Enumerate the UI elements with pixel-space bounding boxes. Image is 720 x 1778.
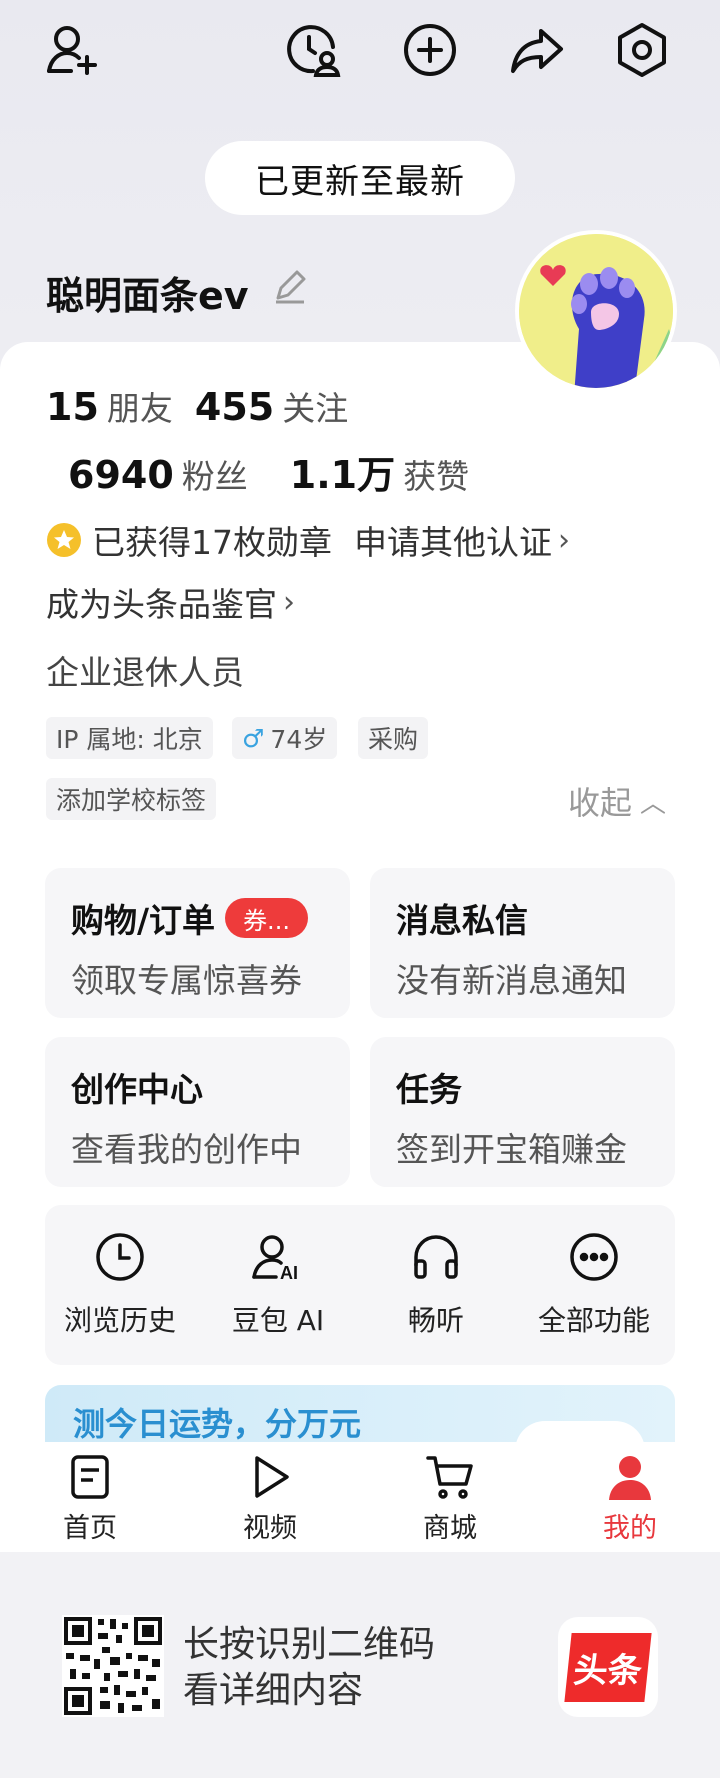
user-icon [609,1456,651,1500]
tab-home[interactable]: 首页 [35,1452,145,1545]
update-status-pill: 已更新至最新 [205,141,515,215]
tab-mine[interactable]: 我的 [575,1452,685,1545]
toutiao-logo-text: 头条 [564,1632,652,1702]
messages-sub: 没有新消息通知 [396,961,627,1000]
shopping-sub: 领取专属惊喜券 [71,961,302,1000]
tab-mall[interactable]: 商城 [395,1452,505,1545]
shopping-title: 购物/订单 [71,901,216,940]
tasks-tile[interactable]: 任务 签到开宝箱赚金 [370,1037,675,1187]
creator-sub: 查看我的创作中 [71,1130,302,1169]
history-user-icon[interactable] [280,18,344,82]
listen-label: 畅听 [407,1304,464,1337]
play-icon [255,1456,289,1498]
chevron-right-icon: › [558,522,570,558]
toutiao-logo: 头条 [558,1617,658,1717]
medal-icon [46,522,82,558]
share-icon[interactable] [504,18,568,82]
age-tag: ♂ 74岁 [232,717,338,759]
qr-instructions: 长按识别二维码 看详细内容 [183,1622,435,1714]
all-functions-tool[interactable]: 全部功能 [519,1205,669,1365]
doubao-ai-tool[interactable]: AI 豆包 AI [203,1205,353,1365]
history-tool[interactable]: 浏览历史 [45,1205,195,1365]
apply-cert-link[interactable]: 申请其他认证 [354,516,552,564]
qr-line-2: 看详细内容 [183,1670,364,1711]
svg-text:AI: AI [280,1263,298,1283]
medals-row[interactable]: 已获得17枚勋章 申请其他认证 › [46,516,570,564]
bottom-tab-bar: 首页 视频 商城 我的 [0,1442,720,1552]
qr-line-1: 长按识别二维码 [183,1624,436,1665]
reviewer-link[interactable]: 成为头条品鉴官 [46,578,277,626]
chevron-right-icon: › [283,584,295,620]
messages-title: 消息私信 [396,901,528,940]
tasks-title: 任务 [396,1070,462,1109]
collapse-label: 收起 [568,784,633,822]
ai-user-icon: AI [252,1235,298,1283]
doubao-label: 豆包 AI [231,1304,325,1337]
coupon-badge: 券... [225,898,308,938]
plus-icon[interactable] [398,18,462,82]
more-icon [570,1233,618,1281]
shopping-orders-tile[interactable]: 购物/订单 券... 领取专属惊喜券 [45,868,350,1018]
tab-mine-label: 我的 [603,1513,657,1544]
fans-label[interactable]: 粉丝 [182,450,248,498]
all-functions-label: 全部功能 [537,1304,650,1337]
clock-icon [96,1233,144,1281]
tab-mall-label: 商城 [423,1513,477,1544]
reviewer-row[interactable]: 成为头条品鉴官 › [46,578,295,626]
add-school-tag[interactable]: 添加学校标签 [46,778,217,820]
creator-center-tile[interactable]: 创作中心 查看我的创作中 [45,1037,350,1187]
fans-count[interactable]: 6940 [68,453,174,497]
tab-home-label: 首页 [63,1513,117,1544]
friends-count[interactable]: 15 [46,385,99,429]
likes-count[interactable]: 1.1万 [290,444,395,499]
listen-tool[interactable]: 畅听 [361,1205,511,1365]
banner-text: 测今日运势，分万元 [73,1405,362,1443]
gender-icon: ♂ [242,723,265,753]
following-count[interactable]: 455 [195,385,274,429]
headphones-icon [414,1235,458,1279]
age-text: 74岁 [270,725,328,754]
username: 聪明面条ev [46,274,249,318]
tab-video-label: 视频 [243,1513,297,1544]
settings-icon[interactable] [610,18,674,82]
tab-video[interactable]: 视频 [215,1452,325,1545]
following-label[interactable]: 关注 [282,382,348,430]
document-icon [71,1455,109,1499]
messages-tile[interactable]: 消息私信 没有新消息通知 [370,868,675,1018]
likes-label[interactable]: 获赞 [403,450,469,498]
fortune-banner[interactable]: 测今日运势，分万元 [45,1385,675,1445]
stats-row-2: 6940 粉丝 1.1万 获赞 [68,444,469,499]
history-label: 浏览历史 [63,1304,176,1337]
chevron-up-icon: ︿ [640,788,667,819]
friends-label[interactable]: 朋友 [107,382,173,430]
edit-icon[interactable] [270,268,308,306]
qr-footer: 长按识别二维码 看详细内容 头条 [0,1552,720,1778]
collapse-button[interactable]: 收起 ︿ [568,778,666,824]
ip-location-tag: IP 属地: 北京 [46,717,213,759]
tools-panel: 浏览历史 AI 豆包 AI 畅听 全部功能 [45,1205,675,1365]
cart-icon [426,1456,473,1499]
medals-text: 已获得17枚勋章 [92,523,332,562]
job-tag: 采购 [358,717,429,759]
stats-row-1: 15 朋友 455 关注 [46,382,348,430]
occupation: 企业退休人员 [46,653,244,692]
add-friend-icon[interactable] [40,18,104,82]
avatar[interactable] [515,230,677,392]
qr-code[interactable] [62,1615,164,1717]
tasks-sub: 签到开宝箱赚金 [396,1130,627,1169]
creator-title: 创作中心 [71,1070,203,1109]
